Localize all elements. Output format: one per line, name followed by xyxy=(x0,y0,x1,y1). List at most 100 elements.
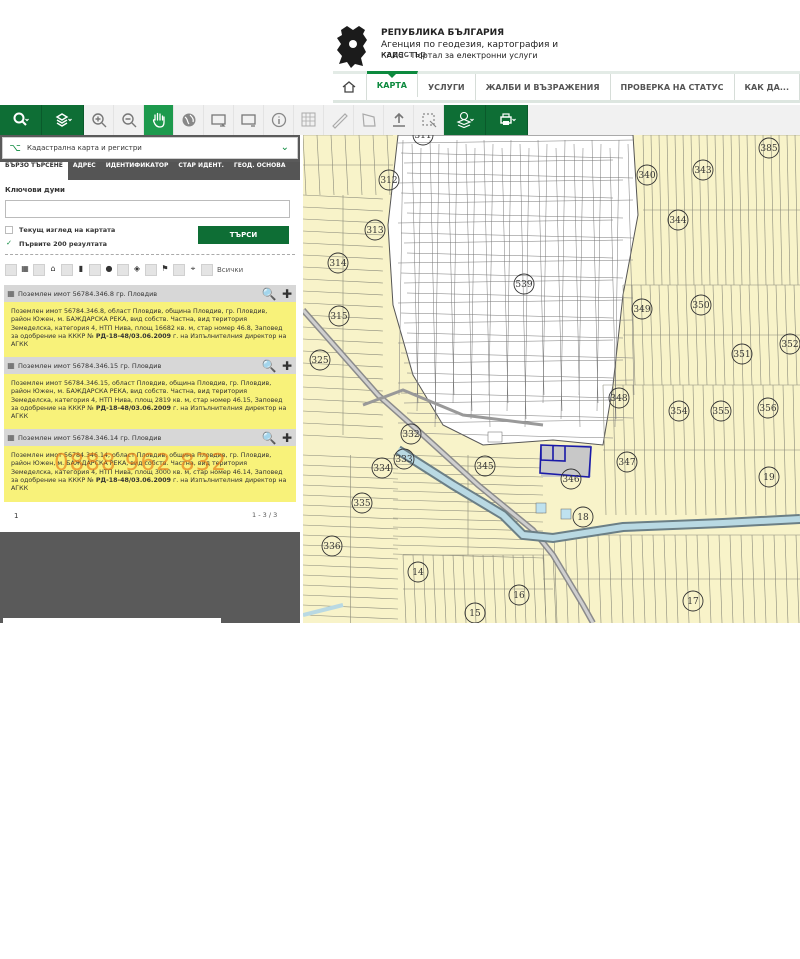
parcel-number: 343 xyxy=(694,166,711,176)
layer-select[interactable]: ⌥ Кадастрална карта и регистри ⌄ xyxy=(2,137,298,159)
parcel-number: 325 xyxy=(311,356,328,366)
identify-button[interactable] xyxy=(264,105,294,135)
filter-toggle[interactable] xyxy=(61,264,73,276)
page-number[interactable]: 1 xyxy=(14,512,18,520)
parcel-number: 345 xyxy=(476,462,493,472)
zoom-to-icon[interactable]: 🔍 xyxy=(260,285,278,302)
parcel-number: 354 xyxy=(670,407,687,417)
zoom-in-icon xyxy=(91,113,106,128)
zoom-out-button[interactable] xyxy=(114,105,144,135)
tab-status-check[interactable]: ПРОВЕРКА НА СТАТУС xyxy=(611,74,735,100)
area-filter-icon[interactable]: ⌖ xyxy=(187,264,199,276)
search-icon xyxy=(13,112,29,126)
parcel-number: 349 xyxy=(633,305,650,315)
zoom-to-icon[interactable]: 🔍 xyxy=(260,429,278,446)
keywords-input[interactable] xyxy=(5,200,290,218)
filter-toggle[interactable] xyxy=(145,264,157,276)
upload-icon xyxy=(392,112,405,127)
filter-toggle[interactable] xyxy=(117,264,129,276)
add-icon[interactable]: ✚ xyxy=(278,285,296,302)
layers-button[interactable] xyxy=(42,105,84,135)
measure-area-button[interactable] xyxy=(354,105,384,135)
result-type-filters: ▦ ⌂ ▮ ● ◈ ⚑ ⌖ Всички xyxy=(5,263,295,277)
quick-search-body: Ключови думи Текущ изглед на картата ✓ П… xyxy=(0,180,300,532)
filter-toggle[interactable] xyxy=(89,264,101,276)
upload-button[interactable] xyxy=(384,105,414,135)
result-header: ▦ Поземлен имот 56784.346.14 гр. Пловдив… xyxy=(4,429,296,446)
next-extent-button[interactable] xyxy=(234,105,264,135)
result-description: Поземлен имот 56784.346.15, област Пловд… xyxy=(4,374,296,430)
map-info-layers-button[interactable] xyxy=(444,105,486,135)
pan-button[interactable] xyxy=(144,105,174,135)
building-filter-icon[interactable]: ⌂ xyxy=(47,264,59,276)
tab-quick-search[interactable]: БЪРЗО ТЪРСЕНЕ xyxy=(0,162,68,180)
parcel-boundary xyxy=(543,534,800,580)
filter-toggle[interactable] xyxy=(33,264,45,276)
measure-distance-button[interactable] xyxy=(324,105,354,135)
country-name: РЕПУБЛИКА БЪЛГАРИЯ xyxy=(381,28,505,38)
tab-identifier[interactable]: ИДЕНТИФИКАТОР xyxy=(101,162,174,180)
apartment-filter-icon[interactable]: ▮ xyxy=(75,264,87,276)
tab-geodetic-base[interactable]: ГЕОД. ОСНОВА xyxy=(229,162,291,180)
print-button[interactable] xyxy=(486,105,528,135)
tab-address[interactable]: АДРЕС xyxy=(68,162,101,180)
select-parcel-button[interactable] xyxy=(294,105,324,135)
tab-how-to[interactable]: КАК ДА... xyxy=(735,74,800,100)
result-item[interactable]: ▦ Поземлен имот 56784.346.8 гр. Пловдив … xyxy=(4,285,296,358)
parcel-boundary xyxy=(403,554,553,590)
globe-icon xyxy=(182,113,195,127)
full-extent-button[interactable] xyxy=(174,105,204,135)
current-view-option[interactable]: Текущ изглед на картата xyxy=(5,226,115,234)
home-button[interactable] xyxy=(333,74,367,100)
parcel-number: 16 xyxy=(513,591,525,601)
geodetic-point-filter-icon[interactable]: ⚑ xyxy=(159,264,171,276)
agency-logo[interactable]: РЕПУБЛИКА БЪЛГАРИЯ Агенция по геодезия, … xyxy=(333,24,583,70)
zoom-in-button[interactable] xyxy=(84,105,114,135)
parcel-number: 314 xyxy=(329,259,346,269)
zoom-out-icon xyxy=(121,113,136,128)
parcel-number: 346 xyxy=(562,475,579,485)
filter-toggle[interactable] xyxy=(201,264,213,276)
search-button[interactable]: ТЪРСИ xyxy=(198,226,289,244)
add-icon[interactable]: ✚ xyxy=(278,357,296,374)
tab-complaints[interactable]: ЖАЛБИ И ВЪЗРАЖЕНИЯ xyxy=(476,74,611,100)
result-order: РД-18-48/03.06.2009 xyxy=(95,404,171,412)
result-header: ▦ Поземлен имот 56784.346.8 гр. Пловдив … xyxy=(4,285,296,302)
add-icon[interactable]: ✚ xyxy=(278,429,296,446)
parcel-number: 356 xyxy=(759,404,776,414)
result-item[interactable]: ▦ Поземлен имот 56784.346.15 гр. Пловдив… xyxy=(4,357,296,430)
zoom-to-icon[interactable]: 🔍 xyxy=(260,357,278,374)
parcel-boundary xyxy=(303,434,384,440)
parcel-filter-icon[interactable]: ▦ xyxy=(19,264,31,276)
parcel-number: 340 xyxy=(638,171,655,181)
building xyxy=(487,431,503,443)
map-canvas[interactable]: 311 312 313 314 315 325 332 333 334 335 336 14 15 16 1… xyxy=(303,135,800,623)
map-toolbar xyxy=(0,105,800,135)
info-layers-icon xyxy=(455,111,474,129)
layers-icon xyxy=(55,113,72,127)
first-200-checkbox[interactable]: ✓ xyxy=(5,240,13,248)
parcel-icon: ▦ xyxy=(7,433,15,442)
tab-old-identifier[interactable]: СТАР ИДЕНТ. xyxy=(173,162,228,180)
current-view-checkbox[interactable] xyxy=(5,226,13,234)
layer-icon: ⌥ xyxy=(9,142,21,154)
cadastral-map[interactable]: 311 312 313 314 315 325 332 333 334 335 336 14 15 16 1… xyxy=(303,135,800,623)
search-tabs: БЪРЗО ТЪРСЕНЕ АДРЕС ИДЕНТИФИКАТОР СТАР И… xyxy=(0,162,300,180)
parcel-number: 312 xyxy=(380,176,397,186)
grid-select-icon xyxy=(301,112,315,127)
clear-selection-button[interactable] xyxy=(414,105,444,135)
parcel-icon: ▦ xyxy=(7,289,15,298)
building xyxy=(535,502,547,514)
tab-map[interactable]: КАРТА xyxy=(366,71,418,97)
previous-extent-button[interactable] xyxy=(204,105,234,135)
result-description: Поземлен имот 56784.346.8, област Пловди… xyxy=(4,302,296,358)
filter-toggle[interactable] xyxy=(5,264,17,276)
result-title: Поземлен имот 56784.346.8 гр. Пловдив xyxy=(18,289,158,298)
layer-filter-icon[interactable]: ◈ xyxy=(131,264,143,276)
search-tool-button[interactable] xyxy=(0,105,42,135)
result-title: Поземлен имот 56784.346.14 гр. Пловдив xyxy=(18,433,162,442)
filter-toggle[interactable] xyxy=(173,264,185,276)
tab-services[interactable]: УСЛУГИ xyxy=(418,74,476,100)
first-200-option[interactable]: ✓ Първите 200 резултата xyxy=(5,240,107,248)
address-filter-icon[interactable]: ● xyxy=(103,264,115,276)
